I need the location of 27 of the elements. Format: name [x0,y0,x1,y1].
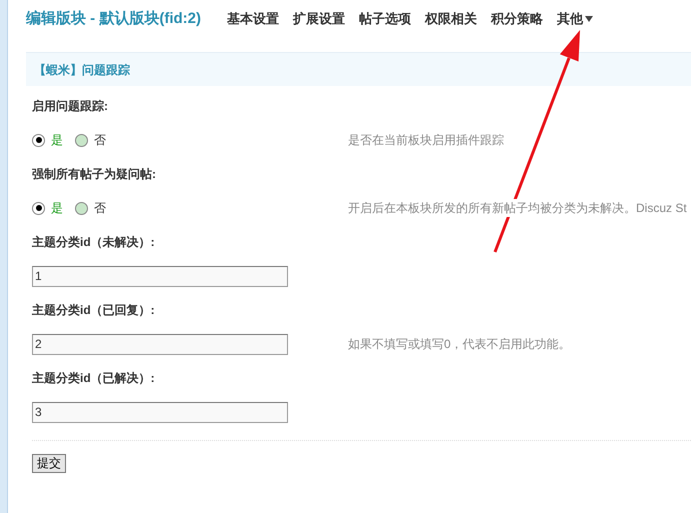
option-label: 是 [51,200,63,217]
section-title: 【蝦米】问题跟踪 [34,62,130,78]
field-description: 是否在当前板块启用插件跟踪 [348,131,504,149]
field-label: 启用问题跟踪: [32,98,109,115]
nav-link[interactable]: 扩展设置 [292,9,345,29]
page-title: 编辑版块 - 默认版块(fid:2) [26,8,201,29]
field-label: 强制所有帖子为疑问帖: [32,166,157,183]
field-description: 开启后在本板块所发的所有新帖子均被分类为未解决。Discuz St [348,199,687,217]
field-label: 主题分类id（已回复）: [32,302,156,319]
option-label: 是 [51,132,63,149]
nav-link[interactable]: 帖子选项 [358,9,411,29]
input-field[interactable]: 1 [32,266,288,286]
radio-button[interactable] [75,134,88,146]
nav-link[interactable]: 其他 [556,9,593,29]
field-label: 主题分类id（已解决）: [32,370,156,387]
option-label: 否 [94,200,106,217]
radio-button[interactable] [75,202,88,214]
radio-button[interactable] [32,202,45,214]
nav-link[interactable]: 权限相关 [424,9,477,29]
input-field[interactable]: 3 [32,402,288,422]
submit-button[interactable]: 提交 [32,454,66,473]
option-label: 否 [94,132,106,149]
nav-link[interactable]: 基本设置 [226,9,279,29]
nav-link[interactable]: 积分策略 [490,9,543,29]
radio-button[interactable] [32,134,45,146]
field-label: 主题分类id（未解决）: [32,234,156,251]
input-field[interactable]: 2 [32,334,288,354]
